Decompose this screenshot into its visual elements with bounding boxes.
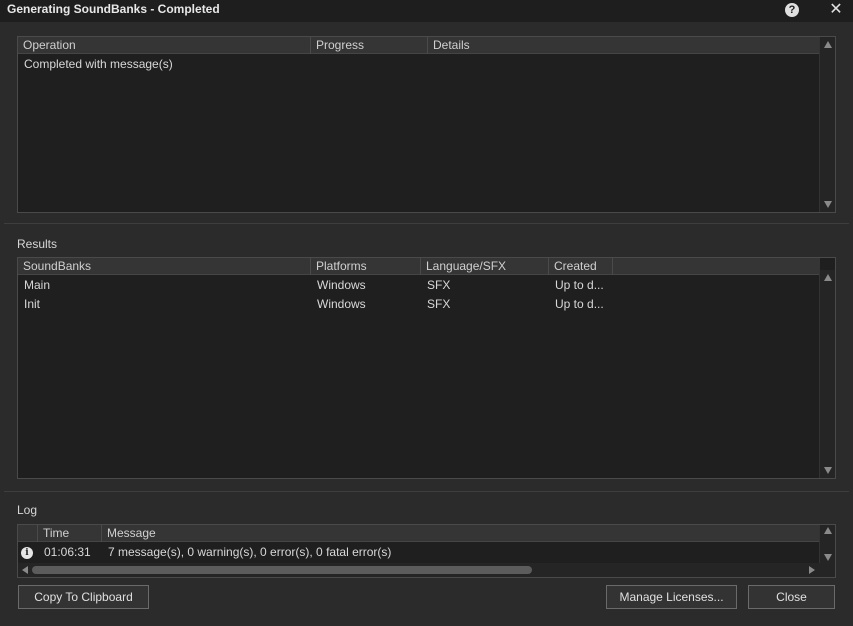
column-header-soundbanks[interactable]: SoundBanks bbox=[18, 258, 311, 275]
log-scrollbar[interactable] bbox=[819, 525, 835, 563]
operations-scrollbar[interactable] bbox=[819, 37, 835, 212]
operations-header: Operation Progress Details bbox=[18, 37, 820, 54]
scroll-left-icon[interactable] bbox=[22, 566, 28, 574]
scroll-thumb[interactable] bbox=[32, 566, 532, 574]
manage-licenses-button[interactable]: Manage Licenses... bbox=[606, 585, 737, 609]
log-message-cell: 7 message(s), 0 warning(s), 0 error(s), … bbox=[108, 545, 392, 559]
log-horizontal-scrollbar[interactable] bbox=[18, 563, 835, 577]
scroll-down-icon[interactable] bbox=[824, 467, 832, 474]
column-header-details[interactable]: Details bbox=[428, 37, 820, 54]
table-row[interactable]: Main Windows SFX Up to d... bbox=[18, 276, 820, 295]
log-label: Log bbox=[17, 503, 38, 517]
close-icon[interactable]: ✕ bbox=[828, 1, 844, 19]
scroll-down-icon[interactable] bbox=[824, 201, 832, 208]
log-time-cell: 01:06:31 bbox=[44, 545, 91, 559]
divider bbox=[4, 223, 849, 224]
table-row[interactable]: Init Windows SFX Up to d... bbox=[18, 295, 820, 314]
scroll-up-icon[interactable] bbox=[824, 527, 832, 534]
help-icon[interactable]: ? bbox=[785, 3, 799, 17]
info-icon: i bbox=[21, 547, 33, 559]
close-button[interactable]: Close bbox=[748, 585, 835, 609]
table-row[interactable]: Completed with message(s) bbox=[18, 55, 820, 74]
soundbank-cell: Main bbox=[24, 278, 51, 292]
scroll-up-icon[interactable] bbox=[824, 274, 832, 281]
divider bbox=[4, 491, 849, 492]
operations-table: Operation Progress Details Completed wit… bbox=[17, 36, 836, 213]
window-title: Generating SoundBanks - Completed bbox=[7, 2, 220, 16]
results-scrollbar[interactable] bbox=[819, 270, 835, 478]
results-header: SoundBanks Platforms Language/SFX Create… bbox=[18, 258, 820, 275]
copy-to-clipboard-button[interactable]: Copy To Clipboard bbox=[18, 585, 149, 609]
column-header-created[interactable]: Created bbox=[549, 258, 613, 275]
results-label: Results bbox=[17, 237, 58, 251]
results-table: SoundBanks Platforms Language/SFX Create… bbox=[17, 257, 836, 479]
operation-cell: Completed with message(s) bbox=[24, 57, 173, 71]
column-header-language[interactable]: Language/SFX bbox=[421, 258, 549, 275]
platform-cell: Windows bbox=[317, 297, 366, 311]
column-header-icon[interactable] bbox=[18, 525, 38, 542]
column-header-platforms[interactable]: Platforms bbox=[311, 258, 421, 275]
column-header-progress[interactable]: Progress bbox=[311, 37, 428, 54]
column-header-operation[interactable]: Operation bbox=[18, 37, 311, 54]
column-header-message[interactable]: Message bbox=[102, 525, 820, 542]
scroll-up-icon[interactable] bbox=[824, 41, 832, 48]
language-cell: SFX bbox=[427, 297, 451, 311]
scroll-right-icon[interactable] bbox=[809, 566, 815, 574]
scroll-down-icon[interactable] bbox=[824, 554, 832, 561]
created-cell: Up to d... bbox=[555, 278, 604, 292]
column-header-time[interactable]: Time bbox=[38, 525, 102, 542]
language-cell: SFX bbox=[427, 278, 451, 292]
log-row[interactable]: i 01:06:31 7 message(s), 0 warning(s), 0… bbox=[18, 543, 820, 562]
platform-cell: Windows bbox=[317, 278, 366, 292]
soundbank-cell: Init bbox=[24, 297, 41, 311]
log-header: Time Message bbox=[18, 525, 820, 542]
title-bar: Generating SoundBanks - Completed ? ✕ bbox=[0, 0, 853, 22]
created-cell: Up to d... bbox=[555, 297, 604, 311]
